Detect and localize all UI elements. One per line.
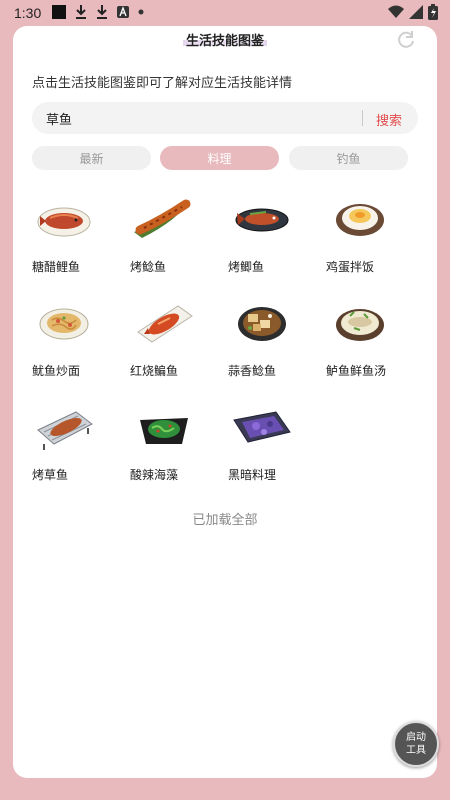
grid-item-label: 鲈鱼鲜鱼汤	[326, 364, 387, 378]
grilled-crucian-dish-icon	[235, 208, 289, 232]
garlic-catfish-dish-icon	[238, 307, 286, 341]
perch-soup-dish-icon	[336, 309, 384, 341]
status-notification-icons	[52, 5, 144, 19]
grid-item[interactable]: 蒜香鲶鱼	[222, 294, 318, 386]
page-title: 生活技能图鉴	[0, 30, 450, 49]
grid-item-label: 烤草鱼	[32, 468, 69, 482]
squid-noodles-dish-icon	[39, 308, 89, 340]
grid-item[interactable]: 烤草鱼	[26, 398, 122, 490]
launch-tool-label-line2: 工具	[406, 745, 426, 756]
grid-item-label: 糖醋鲤鱼	[32, 260, 81, 274]
grid-item-label: 烤鲶鱼	[130, 260, 167, 274]
category-tabs: 最新 料理 钓鱼	[32, 146, 408, 170]
sweet-sour-carp-dish-icon	[37, 207, 91, 237]
status-bar: 1:30	[0, 0, 450, 26]
signal-icon	[409, 5, 423, 19]
grid-item[interactable]: 鸡蛋拌饭	[320, 190, 416, 282]
page-title-text: 生活技能图鉴	[182, 34, 267, 49]
dark-cuisine-dish-icon	[233, 411, 291, 443]
grid-item-label: 蒜香鲶鱼	[228, 364, 277, 378]
page-subtitle: 点击生活技能图鉴即可了解对应生活技能详情	[32, 76, 293, 91]
grid-item-label: 鸡蛋拌饭	[326, 260, 375, 274]
grid-item-label: 鱿鱼炒面	[32, 364, 81, 378]
app-a-icon	[117, 6, 129, 18]
tab-fishing[interactable]: 钓鱼	[289, 146, 408, 170]
grid-item[interactable]: 酸辣海藻	[124, 398, 220, 490]
grid-item-label: 烤鲫鱼	[228, 260, 265, 274]
battery-icon	[428, 4, 438, 20]
status-system-icons	[388, 4, 438, 20]
search-divider	[362, 110, 363, 126]
grilled-grass-carp-dish-icon	[37, 411, 93, 450]
grid-item[interactable]: 烤鲫鱼	[222, 190, 318, 282]
search-bar: 搜索	[32, 102, 418, 134]
load-complete-text: 已加载全部	[192, 513, 258, 528]
grid-item[interactable]: 烤鲶鱼	[124, 190, 220, 282]
grid-item[interactable]: 鱿鱼炒面	[26, 294, 122, 386]
grid-item[interactable]: 鲈鱼鲜鱼汤	[320, 294, 416, 386]
download-icon	[97, 5, 107, 19]
refresh-icon[interactable]	[396, 30, 416, 50]
status-time: 1:30	[14, 5, 42, 21]
search-button[interactable]: 搜索	[376, 110, 402, 129]
grid-item[interactable]: 红烧鳊鱼	[124, 294, 220, 386]
grid-item[interactable]: 糖醋鲤鱼	[26, 190, 122, 282]
wifi-icon	[388, 5, 404, 18]
launch-tool-button[interactable]: 启动 工具	[393, 721, 439, 767]
tab-latest[interactable]: 最新	[32, 146, 151, 170]
spicy-seaweed-dish-icon	[140, 418, 188, 444]
grid-item-label: 黑暗料理	[228, 468, 277, 482]
braised-bream-dish-icon	[137, 305, 193, 343]
launch-tool-label-line1: 启动	[406, 732, 426, 743]
notification-square-icon	[52, 5, 66, 19]
search-input[interactable]	[46, 102, 346, 134]
download-icon	[76, 5, 86, 19]
grid-item-label: 酸辣海藻	[130, 468, 179, 482]
egg-rice-dish-icon	[336, 204, 384, 236]
grilled-catfish-dish-icon	[134, 199, 191, 238]
grid-item[interactable]: 黑暗料理	[222, 398, 318, 490]
more-dot-icon	[138, 9, 144, 15]
tab-cooking[interactable]: 料理	[160, 146, 279, 170]
grid-item-label: 红烧鳊鱼	[130, 364, 179, 378]
